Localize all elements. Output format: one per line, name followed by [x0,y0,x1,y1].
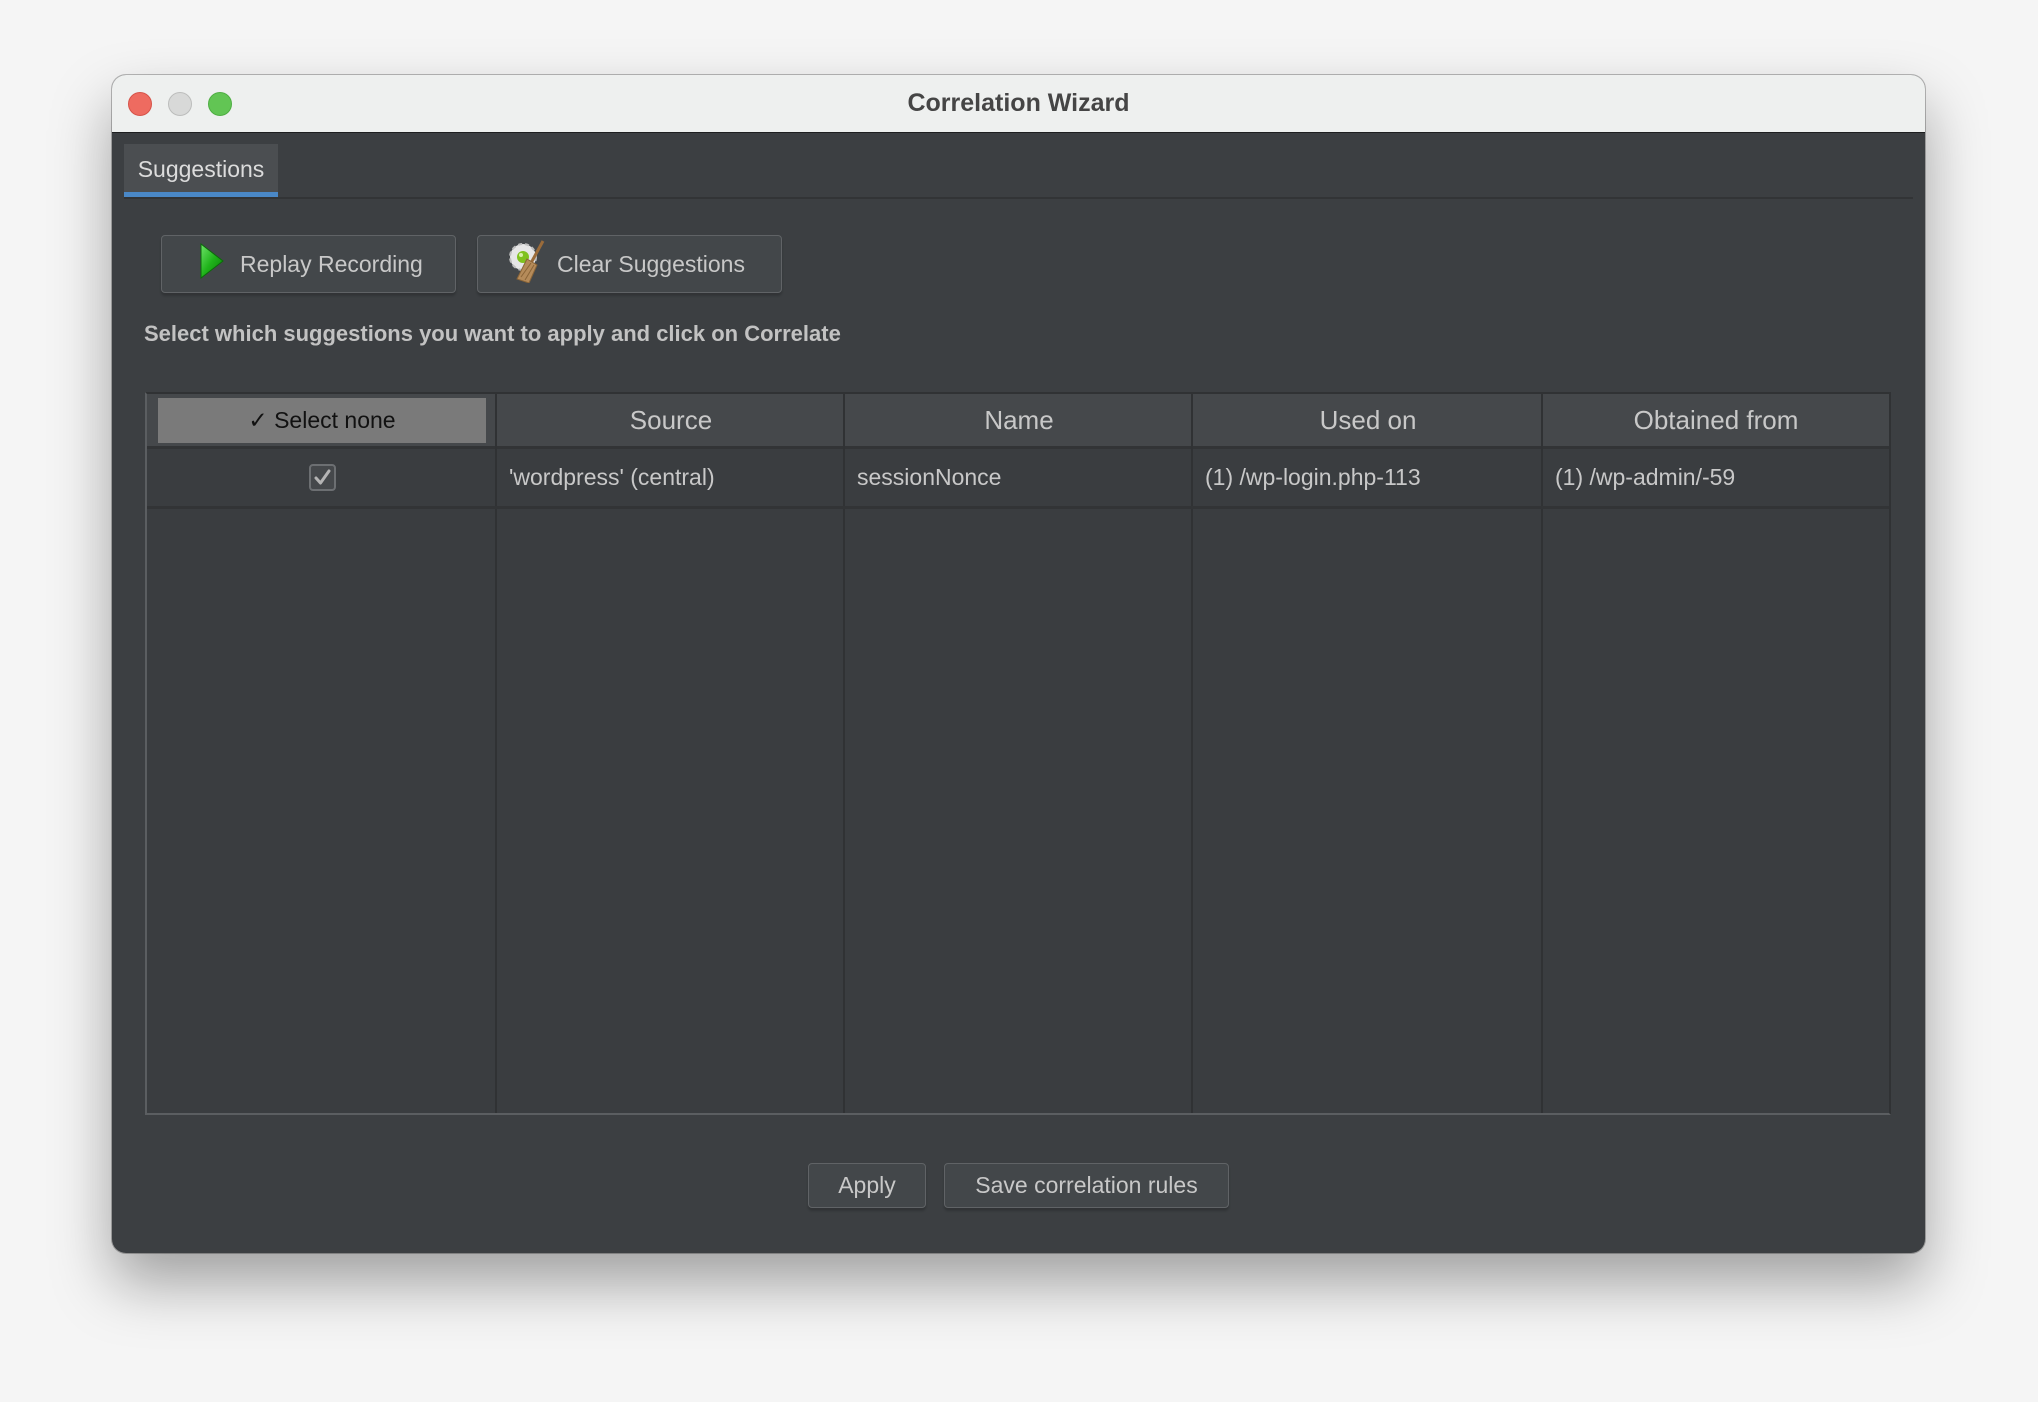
select-none-button[interactable]: ✓ Select none [158,398,486,443]
correlation-wizard-window: Correlation Wizard Suggestions Replay Re… [112,75,1925,1253]
suggestions-table: ✓ Select none Source Name Used on Obtain… [145,392,1891,1115]
broom-gear-icon [505,239,545,289]
save-correlation-rules-label: Save correlation rules [975,1172,1198,1198]
tab-divider [124,197,1913,199]
replay-recording-button[interactable]: Replay Recording [161,235,456,293]
apply-label: Apply [838,1172,896,1198]
title-bar: Correlation Wizard [112,75,1925,133]
apply-button[interactable]: Apply [808,1163,926,1208]
row-select-checkbox[interactable] [309,464,336,491]
cell-source: 'wordpress' (central) [509,464,715,490]
table-header: ✓ Select none Source Name Used on Obtain… [147,394,1889,449]
replay-recording-label: Replay Recording [240,250,423,277]
column-header-source[interactable]: Source [497,394,845,446]
checkmark-icon [314,469,331,485]
instruction-text: Select which suggestions you want to app… [144,321,841,346]
cell-name: sessionNonce [857,464,1002,490]
clear-suggestions-button[interactable]: Clear Suggestions [477,235,782,293]
column-header-obtained-from[interactable]: Obtained from [1543,394,1889,446]
play-icon [200,242,224,285]
cell-obtained-from: (1) /wp-admin/-59 [1555,464,1736,490]
save-correlation-rules-button[interactable]: Save correlation rules [944,1163,1229,1208]
clear-suggestions-label: Clear Suggestions [557,250,745,277]
tab-suggestions[interactable]: Suggestions [124,144,278,198]
column-header-name[interactable]: Name [845,394,1193,446]
cell-used-on: (1) /wp-login.php-113 [1205,464,1421,490]
table-row[interactable]: 'wordpress' (central) sessionNonce (1) /… [147,449,1889,509]
window-title: Correlation Wizard [907,89,1130,117]
column-header-used-on[interactable]: Used on [1193,394,1543,446]
